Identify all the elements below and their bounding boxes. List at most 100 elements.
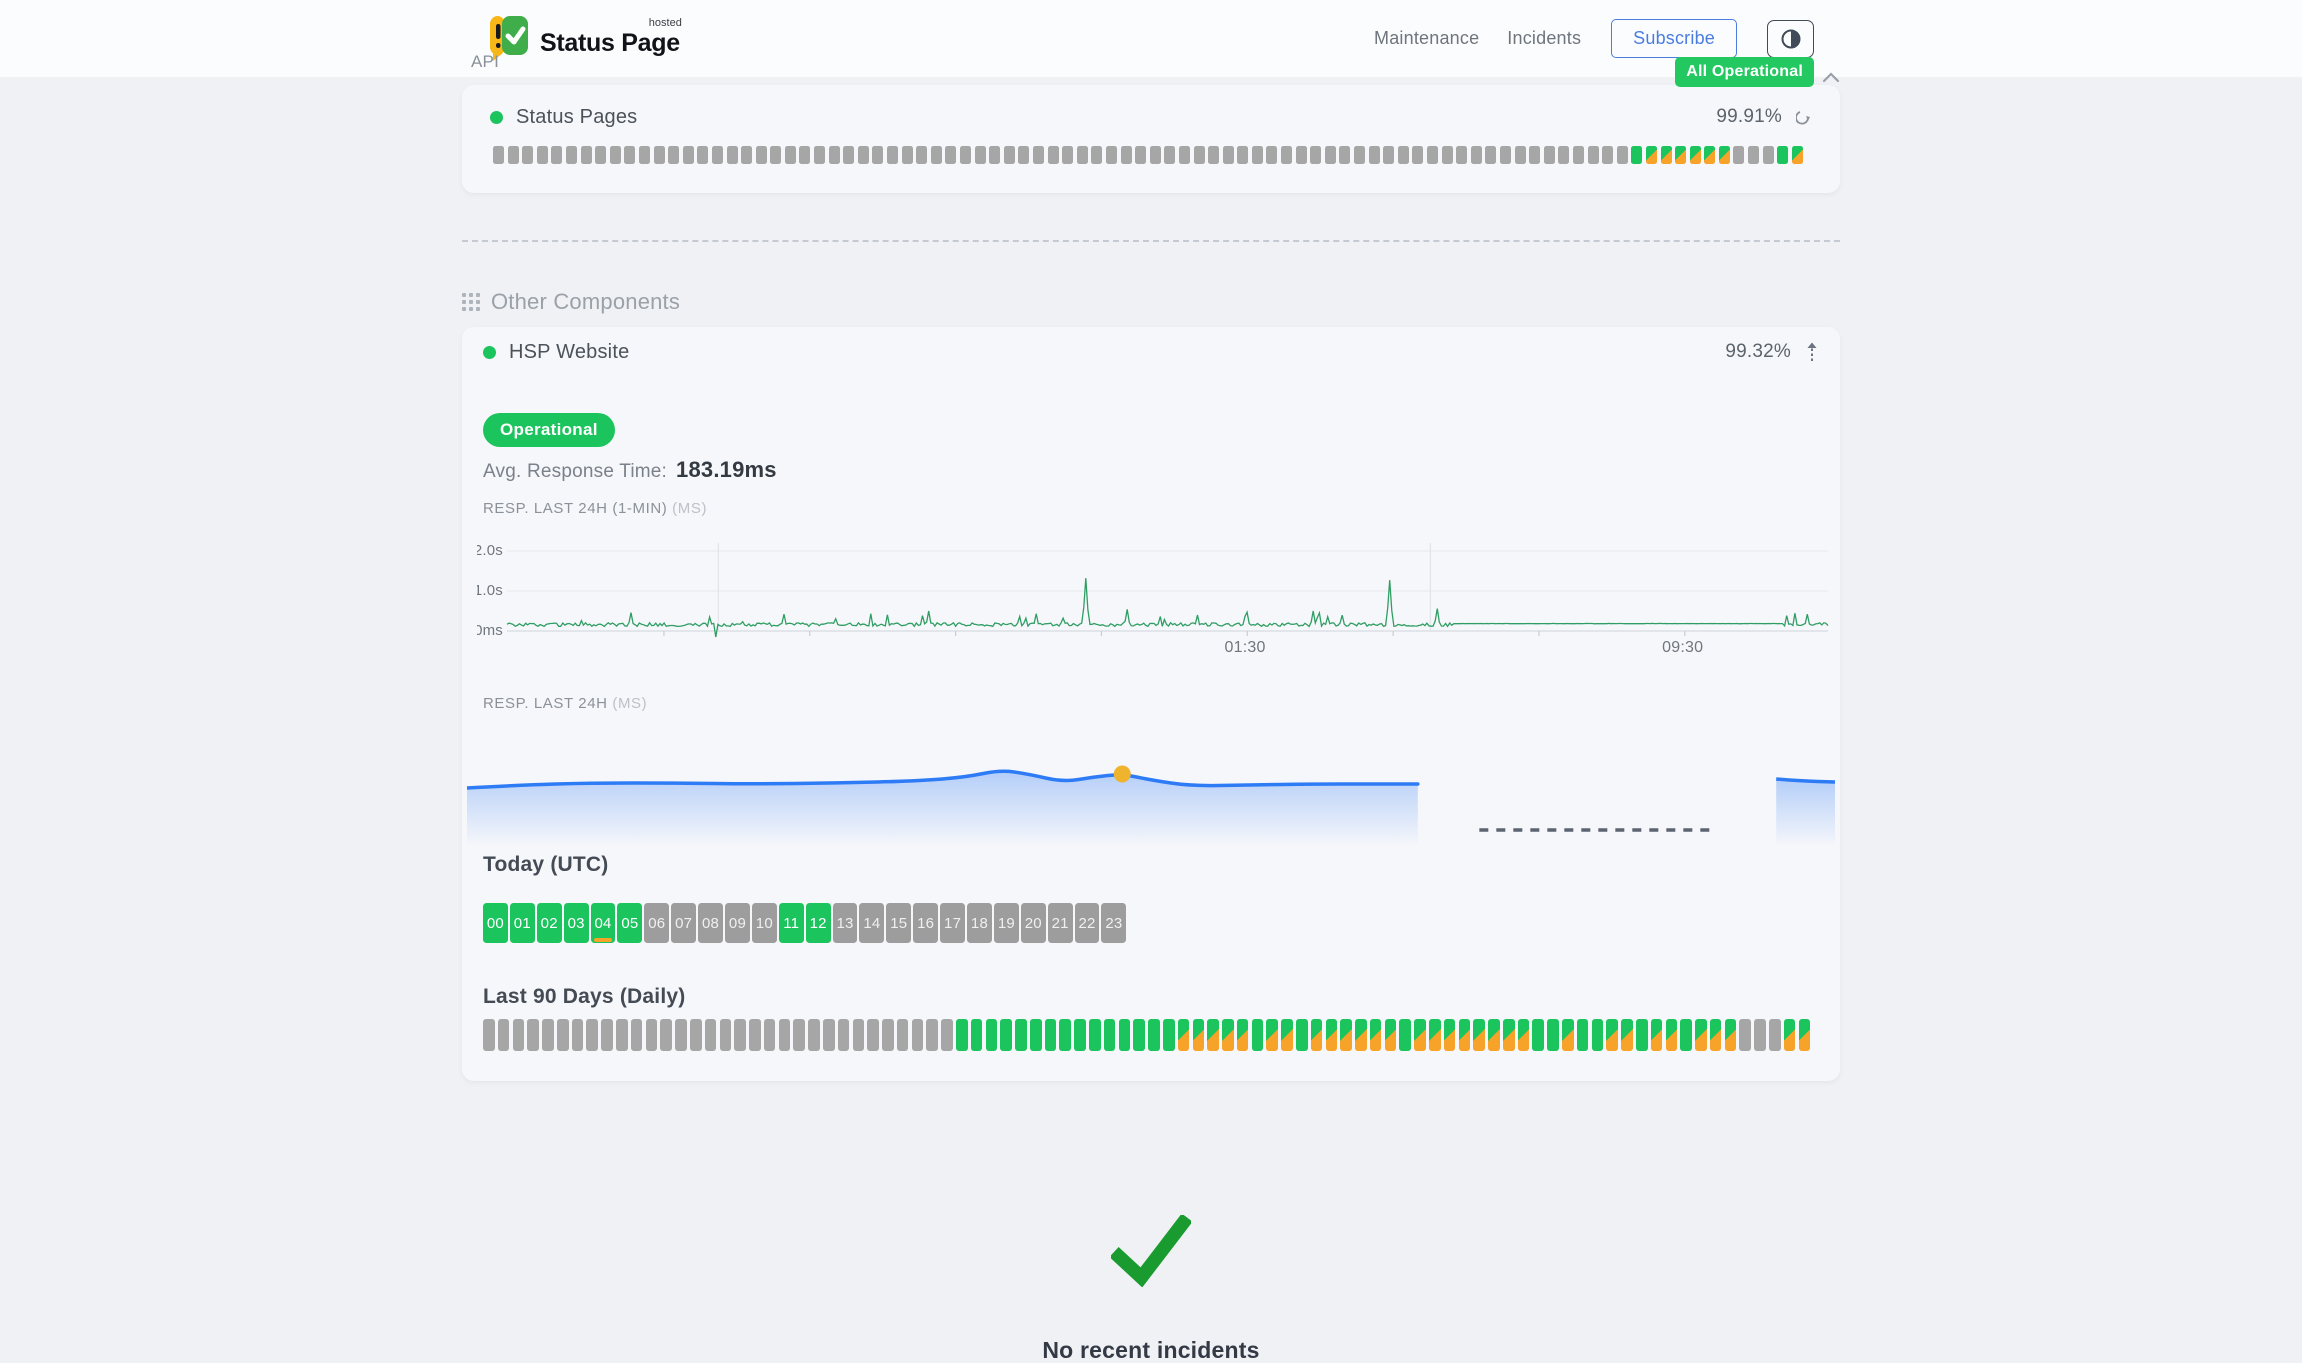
uptime-bar xyxy=(793,1019,805,1051)
uptime-bar xyxy=(483,1019,495,1051)
uptime-bar xyxy=(1296,1019,1308,1051)
uptime-bar xyxy=(1675,146,1686,164)
uptime-bar xyxy=(1471,146,1482,164)
today-hours-strip: 0001020304050607080910111213141516171819… xyxy=(483,903,1819,943)
uptime-bar xyxy=(1104,1019,1116,1051)
svg-text:0ms: 0ms xyxy=(477,622,503,639)
uptime-percentage: 99.32% xyxy=(1725,341,1791,363)
uptime-bar xyxy=(572,1019,584,1051)
hour-cell-14: 14 xyxy=(859,903,884,943)
uptime-bar xyxy=(1179,146,1190,164)
response-time-line-chart: 2.0s1.0s0ms01:3009:30 xyxy=(477,539,1832,659)
uptime-bar xyxy=(931,146,942,164)
hour-cell-08: 08 xyxy=(698,903,723,943)
uptime-bar xyxy=(1074,1019,1086,1051)
no-incidents-title: No recent incidents xyxy=(462,1337,1840,1363)
uptime-bar xyxy=(858,146,869,164)
hour-cell-22: 22 xyxy=(1075,903,1100,943)
uptime-bar xyxy=(1769,1019,1781,1051)
uptime-bar xyxy=(1488,1019,1500,1051)
uptime-bar xyxy=(1473,1019,1485,1051)
resp-24h-label: RESP. LAST 24H (MS) xyxy=(483,695,1819,712)
uptime-bar xyxy=(741,146,752,164)
component-row-hsp-website[interactable]: HSP Website 99.32% xyxy=(483,339,1819,365)
uptime-bar xyxy=(1150,146,1161,164)
uptime-bar xyxy=(1326,1019,1338,1051)
api-component-card: Status Pages 99.91% xyxy=(462,85,1840,193)
uptime-bar xyxy=(646,1019,658,1051)
uptime-bar xyxy=(1208,146,1219,164)
uptime-bar xyxy=(1045,1019,1057,1051)
uptime-bar xyxy=(527,1019,539,1051)
overall-status-badge[interactable]: All Operational xyxy=(1675,57,1814,87)
uptime-bar xyxy=(945,146,956,164)
uptime-bar xyxy=(785,146,796,164)
uptime-bar xyxy=(1515,146,1526,164)
hour-cell-10: 10 xyxy=(752,903,777,943)
uptime-bar xyxy=(508,146,519,164)
uptime-bar xyxy=(770,146,781,164)
uptime-bar xyxy=(705,1019,717,1051)
nav-link-incidents[interactable]: Incidents xyxy=(1507,28,1581,49)
component-row-status-pages[interactable]: Status Pages 99.91% xyxy=(490,104,1812,130)
uptime-bar xyxy=(631,1019,643,1051)
uptime-bar xyxy=(727,146,738,164)
uptime-bar xyxy=(1412,146,1423,164)
uptime-bar xyxy=(1369,146,1380,164)
uptime-bar xyxy=(989,146,1000,164)
avg-response-value: 183.19ms xyxy=(676,457,777,483)
hour-cell-18: 18 xyxy=(967,903,992,943)
uptime-bar xyxy=(1398,146,1409,164)
uptime-bar xyxy=(1690,146,1701,164)
uptime-bar xyxy=(1252,146,1263,164)
uptime-bar xyxy=(1135,146,1146,164)
uptime-bar xyxy=(513,1019,525,1051)
uptime-bar xyxy=(601,1019,613,1051)
uptime-bar xyxy=(1062,146,1073,164)
uptime-bar xyxy=(1207,1019,1219,1051)
uptime-bar xyxy=(1733,146,1744,164)
uptime-bar xyxy=(1119,1019,1131,1051)
hour-cell-01: 01 xyxy=(510,903,535,943)
uptime-bar xyxy=(853,1019,865,1051)
top-header: Status Page hosted MaintenanceIncidents … xyxy=(0,0,2302,78)
uptime-bar xyxy=(581,146,592,164)
uptime-bar xyxy=(960,146,971,164)
subscribe-button[interactable]: Subscribe xyxy=(1611,19,1737,58)
svg-text:2.0s: 2.0s xyxy=(477,542,503,559)
hour-cell-02: 02 xyxy=(537,903,562,943)
uptime-bar xyxy=(756,146,767,164)
uptime-bar xyxy=(1799,1019,1811,1051)
uptime-bar xyxy=(779,1019,791,1051)
chevron-up-icon[interactable] xyxy=(1822,71,1840,83)
expand-icon[interactable] xyxy=(1796,109,1812,125)
uptime-bar xyxy=(557,1019,569,1051)
uptime-bar xyxy=(1784,1019,1796,1051)
brand-logo[interactable]: Status Page hosted xyxy=(489,15,680,62)
uptime-bar xyxy=(498,1019,510,1051)
uptime-bar xyxy=(1048,146,1059,164)
uptime-bar xyxy=(1281,146,1292,164)
uptime-bar xyxy=(1631,146,1642,164)
collapse-arrow-icon[interactable] xyxy=(1805,341,1819,363)
uptime-bar xyxy=(1725,1019,1737,1051)
theme-toggle-button[interactable] xyxy=(1767,20,1814,58)
component-name: Status Pages xyxy=(516,106,637,129)
uptime-bar xyxy=(1325,146,1336,164)
uptime-bar xyxy=(1237,146,1248,164)
uptime-bar xyxy=(867,1019,879,1051)
uptime-bar xyxy=(799,146,810,164)
uptime-bar xyxy=(1237,1019,1249,1051)
uptime-bar xyxy=(1178,1019,1190,1051)
uptime-bar xyxy=(986,1019,998,1051)
response-time-area-chart xyxy=(467,722,1835,847)
hour-cell-04: 04 xyxy=(591,903,616,943)
uptime-bar xyxy=(1018,146,1029,164)
uptime-bar xyxy=(1193,1019,1205,1051)
uptime-bar xyxy=(1636,1019,1648,1051)
svg-text:01:30: 01:30 xyxy=(1225,639,1266,656)
uptime-bar xyxy=(843,146,854,164)
nav-link-maintenance[interactable]: Maintenance xyxy=(1374,28,1479,49)
uptime-bar xyxy=(639,146,650,164)
uptime-bar xyxy=(808,1019,820,1051)
